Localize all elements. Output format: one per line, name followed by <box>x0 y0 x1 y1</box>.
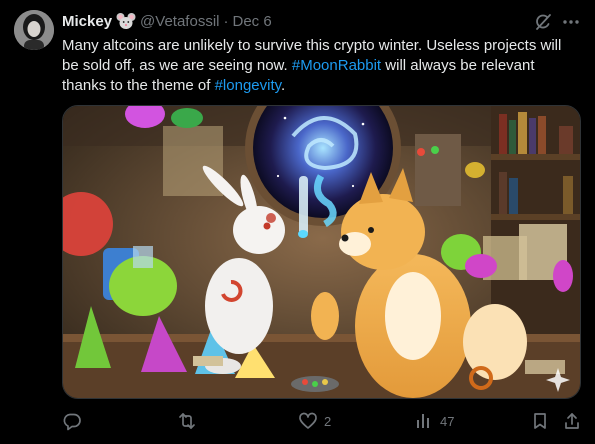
views-count: 47 <box>440 413 455 429</box>
user-handle[interactable]: @Vetafossil <box>140 13 219 30</box>
share-button[interactable] <box>562 411 582 431</box>
meta-separator: · <box>223 12 229 30</box>
like-count: 2 <box>324 413 332 429</box>
hashtag-link-moonrabbit[interactable]: #MoonRabbit <box>292 57 381 74</box>
like-button[interactable]: 2 <box>298 411 331 431</box>
tweet[interactable]: Mickey @Vetafossil · Dec 6 Many altcoins… <box>0 0 595 444</box>
display-name[interactable]: Mickey <box>62 13 112 30</box>
repost-icon <box>176 411 198 431</box>
heart-icon <box>298 411 318 431</box>
repost-button[interactable] <box>176 411 198 431</box>
share-icon <box>562 411 582 431</box>
post-date[interactable]: Dec 6 <box>232 13 271 30</box>
more-options-icon[interactable] <box>561 12 581 32</box>
action-bar: 2 47 <box>62 411 582 433</box>
bookmark-button[interactable] <box>530 411 550 431</box>
grok-icon[interactable] <box>533 12 553 32</box>
views-button[interactable]: 47 <box>414 411 454 431</box>
reply-icon <box>62 411 82 431</box>
tweet-header: Mickey @Vetafossil · Dec 6 <box>62 11 272 31</box>
post-media-image[interactable] <box>62 105 581 399</box>
illustration-image <box>63 106 580 398</box>
views-icon <box>414 411 434 431</box>
reply-button[interactable] <box>62 411 82 431</box>
mouse-face-icon <box>116 12 136 30</box>
post-text: Many altcoins are unlikely to survive th… <box>62 36 582 96</box>
avatar[interactable] <box>14 10 54 50</box>
hashtag-link-longevity[interactable]: #longevity <box>215 77 281 94</box>
bookmark-icon <box>530 411 550 431</box>
post-text-part: . <box>281 77 286 94</box>
